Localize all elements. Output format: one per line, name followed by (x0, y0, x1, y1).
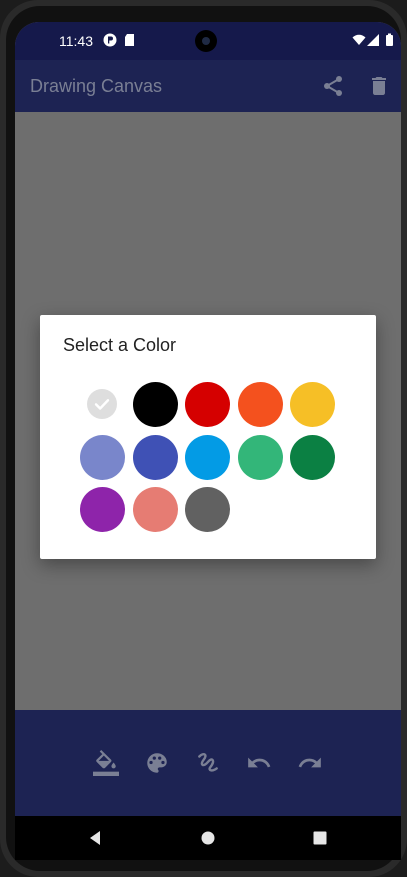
navigation-bar (15, 816, 401, 860)
color-swatch[interactable] (132, 382, 178, 427)
undo-icon[interactable] (246, 750, 272, 776)
color-swatch[interactable] (185, 487, 230, 532)
brush-icon[interactable] (195, 750, 221, 776)
color-swatch[interactable] (80, 487, 125, 532)
wifi-icon (352, 34, 366, 45)
camera-cutout (195, 30, 217, 52)
delete-icon[interactable] (367, 74, 391, 98)
battery-icon (386, 33, 393, 46)
color-swatch[interactable] (290, 382, 335, 427)
phone-bezel: 11:43 Drawing Canvas Select a Color (6, 6, 401, 871)
palette-icon[interactable] (144, 750, 170, 776)
sd-card-icon (125, 34, 134, 46)
back-icon[interactable] (87, 830, 103, 846)
check-icon (94, 399, 110, 410)
home-icon[interactable] (200, 830, 216, 846)
phone-frame: 11:43 Drawing Canvas Select a Color (0, 0, 407, 877)
color-swatch[interactable] (132, 487, 178, 532)
status-time: 11:43 (59, 33, 93, 49)
color-swatch[interactable] (87, 389, 117, 419)
status-bar: 11:43 (15, 22, 401, 60)
fill-icon[interactable] (93, 750, 119, 776)
app-bar: Drawing Canvas (15, 60, 401, 112)
bottom-toolbar (15, 710, 401, 816)
color-swatch[interactable] (290, 434, 335, 480)
color-swatch[interactable] (237, 434, 283, 480)
color-swatch[interactable] (185, 434, 230, 480)
app-title: Drawing Canvas (30, 76, 163, 96)
share-icon[interactable] (321, 74, 345, 98)
redo-icon[interactable] (297, 750, 323, 776)
color-picker-dialog: Select a Color (40, 315, 376, 559)
color-swatch[interactable] (237, 382, 283, 427)
dialog-title: Select a Color (63, 335, 177, 355)
recents-icon[interactable] (312, 830, 328, 846)
color-swatch[interactable] (80, 434, 125, 480)
screen: 11:43 Drawing Canvas Select a Color (15, 22, 401, 860)
color-swatch[interactable] (132, 434, 178, 480)
color-swatch[interactable] (185, 382, 230, 427)
p-icon (103, 33, 117, 47)
signal-icon (367, 34, 379, 46)
